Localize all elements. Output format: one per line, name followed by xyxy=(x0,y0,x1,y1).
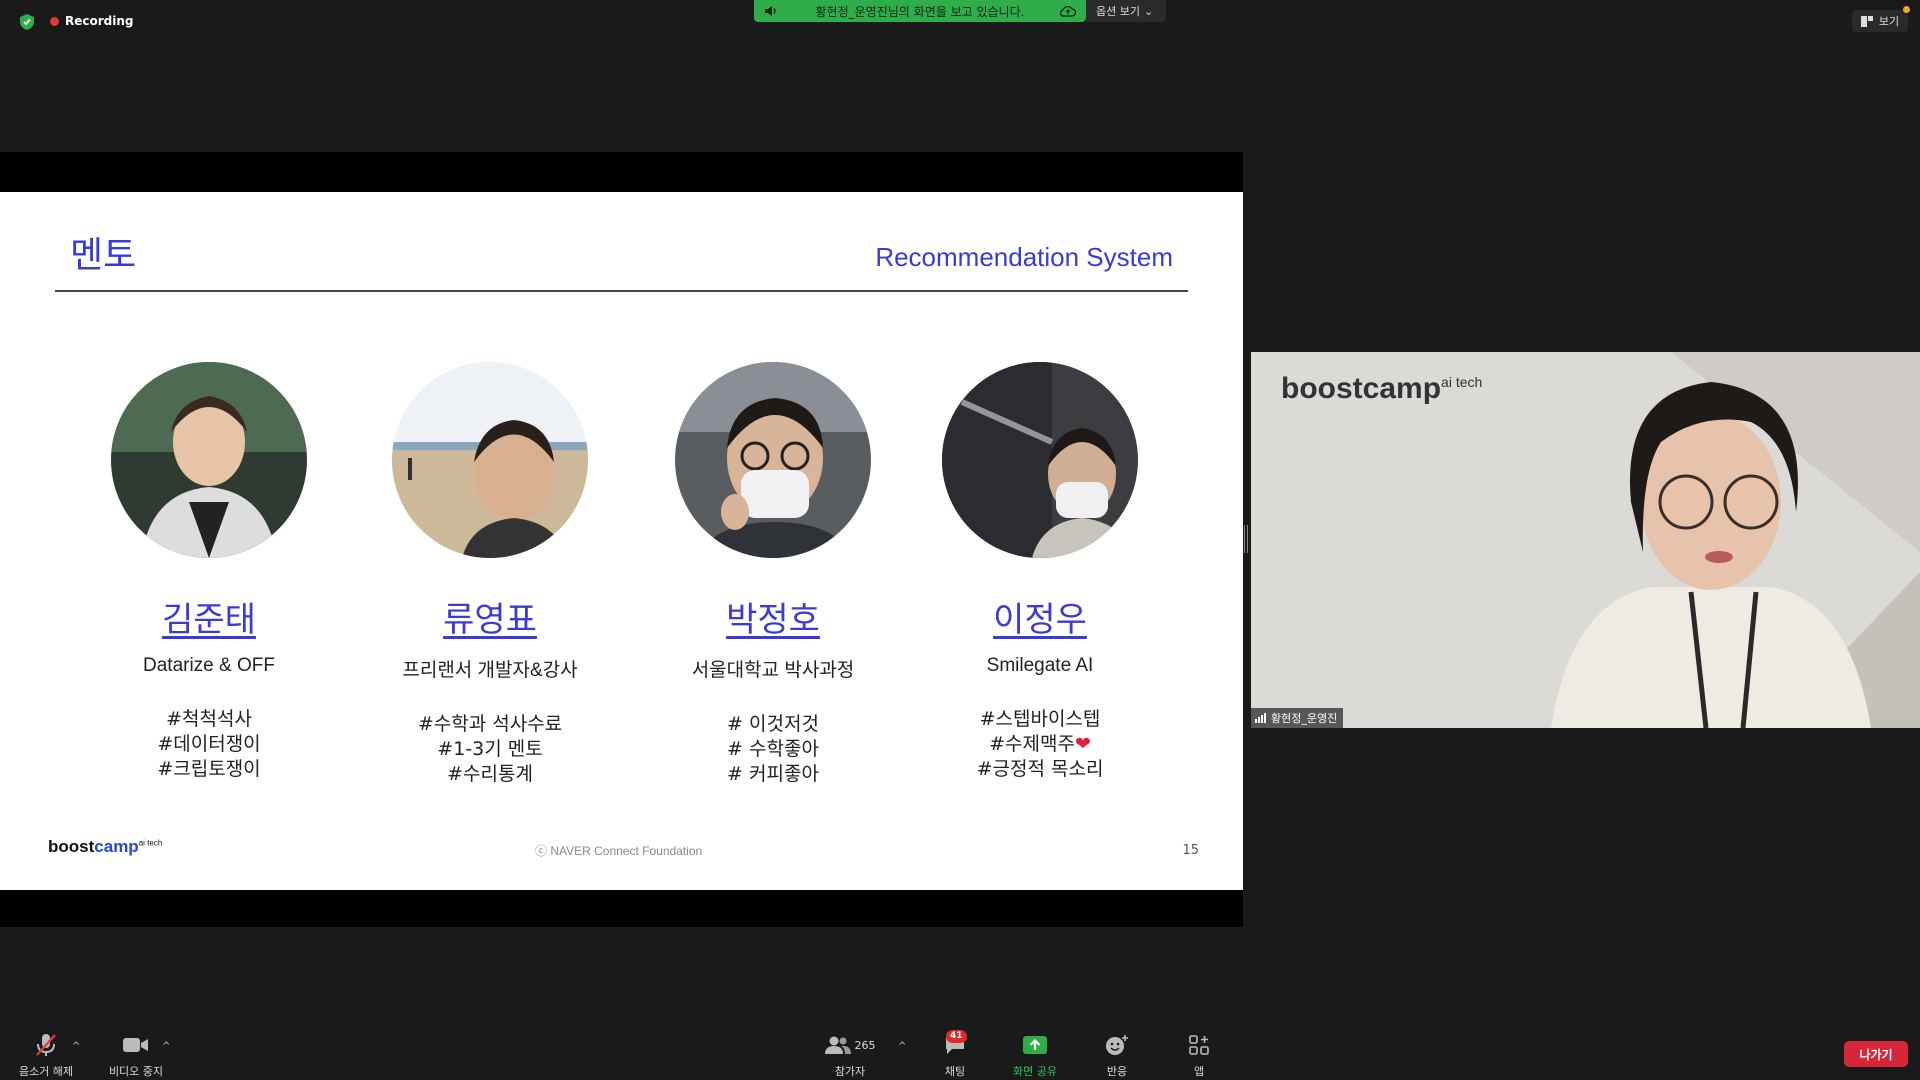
reactions-button[interactable]: 반응 xyxy=(1092,1033,1142,1079)
apps-icon xyxy=(1189,1035,1209,1055)
meeting-topbar: Recording 황현정_운영진님의 화면을 보고 있습니다. 옵션 보기 ⌄… xyxy=(0,0,1920,40)
share-screen-icon xyxy=(1023,1036,1047,1054)
share-screen-label: 화면 공유 xyxy=(1013,1065,1057,1078)
mentor-tag-text: #수제맥주 xyxy=(989,733,1075,755)
leave-meeting-button[interactable]: 나가기 xyxy=(1844,1041,1908,1067)
mentor-tags: # 이것저것 # 수학좋아 # 커피좋아 xyxy=(643,712,903,787)
participants-options-caret-icon[interactable]: ^ xyxy=(898,1041,906,1052)
share-banner-text: 황현정_운영진님의 화면을 보고 있습니다. xyxy=(815,5,1025,19)
mentor-tag: #데이터쟁이 xyxy=(157,733,261,755)
mentor-tags: #척척석사 #데이터쟁이 #크립토쟁이 xyxy=(79,707,339,782)
mentor-photo xyxy=(675,362,871,558)
participants-count: 265 xyxy=(854,1038,876,1052)
participants-icon xyxy=(824,1036,851,1054)
microphone-muted-icon xyxy=(36,1034,56,1056)
chat-unread-badge: 41 xyxy=(946,1030,967,1043)
screen-share-banner: 황현정_운영진님의 화면을 보고 있습니다. xyxy=(754,0,1086,22)
view-button[interactable]: 보기 xyxy=(1852,6,1910,32)
apps-button[interactable]: 앱 xyxy=(1174,1033,1224,1079)
cloud-icon[interactable] xyxy=(1060,4,1076,18)
mentor-card: 이정우 Smilegate AI #스텝바이스텝 #수제맥주❤ #긍정적 목소리 xyxy=(910,362,1170,782)
mentor-photo xyxy=(392,362,588,558)
mentor-tag: #크립토쟁이 xyxy=(157,758,261,780)
video-camera-icon xyxy=(123,1038,148,1052)
mentor-card: 류영표 프리랜서 개발자&강사 #수학과 석사수료 #1-3기 멘토 #수리통계 xyxy=(360,362,620,787)
participants-button[interactable]: 265 참가자 xyxy=(820,1033,880,1079)
slide-footer-logo: boostcampai tech xyxy=(48,837,163,856)
mentor-card: 박정호 서울대학교 박사과정 # 이것저것 # 수학좋아 # 커피좋아 xyxy=(643,362,903,787)
smiley-plus-icon xyxy=(1106,1035,1128,1055)
participants-label: 참가자 xyxy=(834,1065,866,1078)
participant-name-tag: 황현정_운영진 xyxy=(1251,708,1344,728)
mentor-tag: #척척석사 xyxy=(166,708,252,730)
mentor-name[interactable]: 류영표 xyxy=(360,592,620,641)
participant-video[interactable]: boostcampai tech xyxy=(1251,352,1920,728)
resize-handle[interactable] xyxy=(1244,525,1248,553)
view-options-dropdown[interactable]: 옵션 보기 ⌄ xyxy=(1086,0,1166,22)
mentor-tags: #스텝바이스텝 #수제맥주❤ #긍정적 목소리 xyxy=(910,707,1170,782)
video-background-logo: boostcampai tech xyxy=(1281,372,1483,405)
slide-subtitle: Recommendation System xyxy=(875,242,1173,272)
share-screen-button[interactable]: 화면 공유 xyxy=(1005,1033,1065,1079)
mentor-affiliation: Datarize & OFF xyxy=(143,655,275,676)
chevron-down-icon: ⌄ xyxy=(1143,4,1154,18)
heart-icon: ❤ xyxy=(1074,733,1091,755)
recording-label: Recording xyxy=(65,14,134,28)
reactions-label: 반응 xyxy=(1106,1065,1128,1078)
meeting-toolbar: 음소거 해제 ^ 비디오 중지 ^ 265 참가자 ^ 41 채팅 화면 공유 … xyxy=(0,1027,1920,1080)
mentor-tag: #긍정적 목소리 xyxy=(976,758,1104,780)
mentor-card: 김준태 Datarize & OFF #척척석사 #데이터쟁이 #크립토쟁이 xyxy=(79,362,339,782)
mentor-tag: # 수학좋아 xyxy=(727,738,819,760)
mentor-affiliation: Smilegate AI xyxy=(986,655,1094,676)
mentor-tag: # 커피좋아 xyxy=(727,763,819,785)
presentation-slide: 멘토 Recommendation System 김준태 Datarize & … xyxy=(0,192,1243,890)
slide-title: 멘토 xyxy=(70,235,137,276)
view-options-label: 옵션 보기 xyxy=(1096,5,1140,18)
mentor-photo xyxy=(111,362,307,558)
slide-title-divider xyxy=(55,290,1188,292)
view-label: 보기 xyxy=(1878,15,1900,28)
recording-indicator[interactable]: Recording xyxy=(50,14,134,28)
security-shield-icon[interactable] xyxy=(20,14,34,30)
mentor-tag: #수학과 석사수료 xyxy=(417,713,563,735)
mentor-tag: # 이것저것 xyxy=(727,713,819,735)
mentor-affiliation: 프리랜서 개발자&강사 xyxy=(402,660,578,681)
stop-video-button[interactable]: 비디오 중지 xyxy=(104,1033,168,1079)
mentor-tag: #수리통계 xyxy=(447,763,533,785)
participant-name: 황현정_운영진 xyxy=(1271,712,1338,725)
chat-label: 채팅 xyxy=(944,1065,966,1078)
apps-label: 앱 xyxy=(1193,1065,1205,1078)
mentor-tag-with-heart: #수제맥주❤ xyxy=(910,732,1170,757)
mentor-name[interactable]: 김준태 xyxy=(79,592,339,641)
recording-dot-icon xyxy=(50,16,59,26)
notification-dot xyxy=(1903,6,1910,13)
view-layout-icon xyxy=(1860,15,1873,27)
mentor-tags: #수학과 석사수료 #1-3기 멘토 #수리통계 xyxy=(360,712,620,787)
slide-footer-copyright: ⓒ NAVER Connect Foundation xyxy=(535,844,703,858)
signal-strength-icon xyxy=(1255,713,1266,723)
slide-page-number: 15 xyxy=(1182,843,1199,858)
audio-options-caret-icon[interactable]: ^ xyxy=(72,1041,80,1052)
stop-video-label: 비디오 중지 xyxy=(108,1065,164,1078)
mentor-name[interactable]: 박정호 xyxy=(643,592,903,641)
mentor-tag: #스텝바이스텝 xyxy=(979,708,1101,730)
mentor-photo xyxy=(942,362,1138,558)
mentor-affiliation: 서울대학교 박사과정 xyxy=(691,660,855,681)
unmute-button[interactable]: 음소거 해제 xyxy=(14,1033,78,1079)
video-options-caret-icon[interactable]: ^ xyxy=(162,1041,170,1052)
chat-button[interactable]: 41 채팅 xyxy=(930,1030,980,1079)
mentor-tag: #1-3기 멘토 xyxy=(437,738,543,760)
unmute-label: 음소거 해제 xyxy=(18,1065,74,1078)
mentor-name[interactable]: 이정우 xyxy=(910,592,1170,641)
